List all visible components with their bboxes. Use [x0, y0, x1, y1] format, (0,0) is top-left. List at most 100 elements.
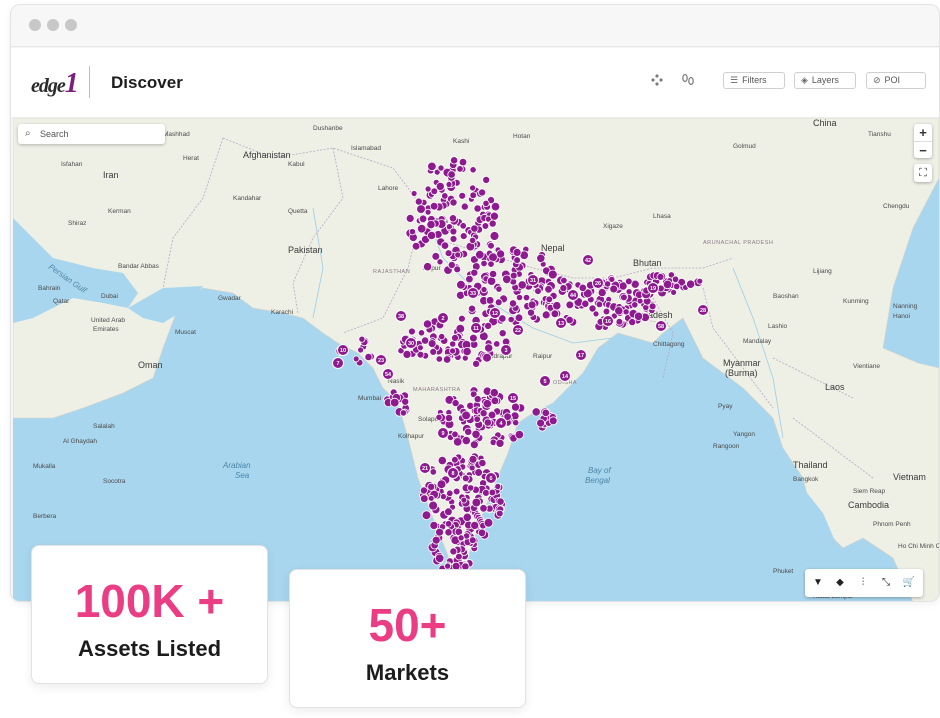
- map-canvas[interactable]: AfghanistanIranPakistanNepalBhutanBangla…: [13, 118, 939, 601]
- asset-marker[interactable]: [468, 536, 477, 545]
- asset-marker[interactable]: [482, 175, 491, 184]
- asset-marker[interactable]: [429, 520, 439, 530]
- asset-marker[interactable]: [671, 275, 680, 283]
- asset-marker[interactable]: [448, 214, 458, 223]
- asset-marker[interactable]: [636, 297, 644, 305]
- asset-marker[interactable]: [615, 317, 624, 326]
- map-search-input[interactable]: ⌕ Search: [18, 124, 165, 144]
- asset-marker[interactable]: [545, 295, 554, 304]
- asset-marker[interactable]: [475, 249, 485, 260]
- asset-marker[interactable]: [447, 260, 456, 269]
- asset-marker[interactable]: [515, 293, 524, 302]
- asset-marker[interactable]: [480, 286, 488, 294]
- asset-marker[interactable]: [488, 488, 497, 497]
- asset-marker[interactable]: [473, 395, 482, 404]
- asset-marker[interactable]: [471, 497, 482, 508]
- asset-marker[interactable]: [437, 455, 447, 466]
- asset-marker[interactable]: [493, 340, 501, 348]
- asset-marker[interactable]: [439, 493, 447, 501]
- cluster-marker[interactable]: 28: [697, 304, 709, 316]
- asset-marker[interactable]: [435, 413, 443, 421]
- asset-marker[interactable]: [446, 489, 454, 497]
- asset-marker[interactable]: [461, 474, 470, 483]
- asset-marker[interactable]: [488, 252, 498, 263]
- asset-marker[interactable]: [429, 468, 437, 476]
- asset-marker[interactable]: [471, 429, 481, 439]
- asset-marker[interactable]: [414, 197, 423, 206]
- asset-marker[interactable]: [427, 494, 435, 502]
- asset-marker[interactable]: [622, 308, 630, 316]
- asset-marker[interactable]: [358, 335, 366, 343]
- asset-marker[interactable]: [527, 308, 536, 317]
- asset-marker[interactable]: [470, 520, 480, 530]
- asset-marker[interactable]: [595, 300, 604, 309]
- cluster-marker[interactable]: 8: [447, 467, 459, 479]
- asset-marker[interactable]: [468, 464, 476, 472]
- asset-marker[interactable]: [489, 211, 499, 221]
- asset-marker[interactable]: [474, 468, 483, 477]
- asset-marker[interactable]: [442, 355, 452, 364]
- asset-marker[interactable]: [429, 347, 438, 356]
- asset-marker[interactable]: [407, 327, 416, 336]
- gamepad-icon[interactable]: [648, 72, 666, 90]
- asset-marker[interactable]: [444, 507, 453, 517]
- asset-marker[interactable]: [482, 488, 490, 497]
- cluster-marker[interactable]: 54: [382, 368, 394, 380]
- asset-marker[interactable]: [670, 288, 677, 296]
- asset-marker[interactable]: [502, 274, 512, 285]
- asset-marker[interactable]: [469, 440, 479, 450]
- cluster-marker[interactable]: 2: [437, 312, 449, 324]
- asset-marker[interactable]: [614, 306, 624, 316]
- asset-marker[interactable]: [547, 269, 558, 280]
- asset-marker[interactable]: [422, 319, 433, 329]
- asset-marker[interactable]: [444, 249, 453, 258]
- asset-marker[interactable]: [435, 181, 445, 191]
- asset-marker[interactable]: [416, 344, 424, 352]
- sliders-icon[interactable]: ⫶: [854, 574, 872, 592]
- asset-marker[interactable]: [449, 347, 457, 355]
- asset-marker[interactable]: [656, 272, 665, 281]
- asset-marker[interactable]: [478, 188, 487, 197]
- asset-marker[interactable]: [458, 191, 467, 200]
- asset-marker[interactable]: [469, 184, 477, 192]
- asset-marker[interactable]: [631, 301, 639, 309]
- asset-marker[interactable]: [490, 396, 500, 406]
- cluster-marker[interactable]: 3: [500, 344, 512, 356]
- asset-marker[interactable]: [620, 293, 628, 302]
- asset-marker[interactable]: [541, 408, 550, 418]
- asset-marker[interactable]: [459, 232, 468, 240]
- asset-marker[interactable]: [427, 339, 437, 349]
- asset-marker[interactable]: [648, 302, 657, 311]
- asset-marker[interactable]: [435, 527, 445, 537]
- asset-marker[interactable]: [357, 346, 365, 354]
- asset-marker[interactable]: [449, 156, 459, 165]
- asset-marker[interactable]: [456, 165, 464, 173]
- asset-marker[interactable]: [514, 429, 525, 440]
- asset-marker[interactable]: [417, 329, 426, 337]
- asset-marker[interactable]: [436, 258, 444, 266]
- cluster-marker[interactable]: 17: [575, 349, 587, 361]
- fullscreen-button[interactable]: ⛶: [914, 164, 932, 182]
- asset-marker[interactable]: [455, 552, 463, 561]
- asset-marker[interactable]: [429, 201, 439, 211]
- asset-marker[interactable]: [444, 520, 453, 528]
- asset-marker[interactable]: [482, 352, 492, 363]
- asset-marker[interactable]: [449, 235, 458, 243]
- asset-marker[interactable]: [364, 352, 373, 362]
- asset-marker[interactable]: [455, 323, 466, 334]
- asset-marker[interactable]: [440, 241, 450, 250]
- cluster-marker[interactable]: 19: [647, 282, 659, 294]
- asset-marker[interactable]: [445, 181, 453, 188]
- expand-arrows-icon[interactable]: ⤡: [877, 574, 895, 592]
- asset-marker[interactable]: [522, 293, 531, 302]
- cluster-marker[interactable]: 44: [567, 289, 579, 301]
- asset-marker[interactable]: [452, 487, 461, 496]
- window-dot-minimize[interactable]: [47, 19, 59, 31]
- asset-marker[interactable]: [483, 517, 494, 528]
- asset-marker[interactable]: [424, 185, 432, 193]
- asset-marker[interactable]: [484, 321, 493, 330]
- asset-marker[interactable]: [449, 547, 458, 556]
- asset-marker[interactable]: [419, 494, 429, 503]
- cluster-marker[interactable]: 42: [582, 254, 594, 266]
- asset-marker[interactable]: [444, 413, 454, 423]
